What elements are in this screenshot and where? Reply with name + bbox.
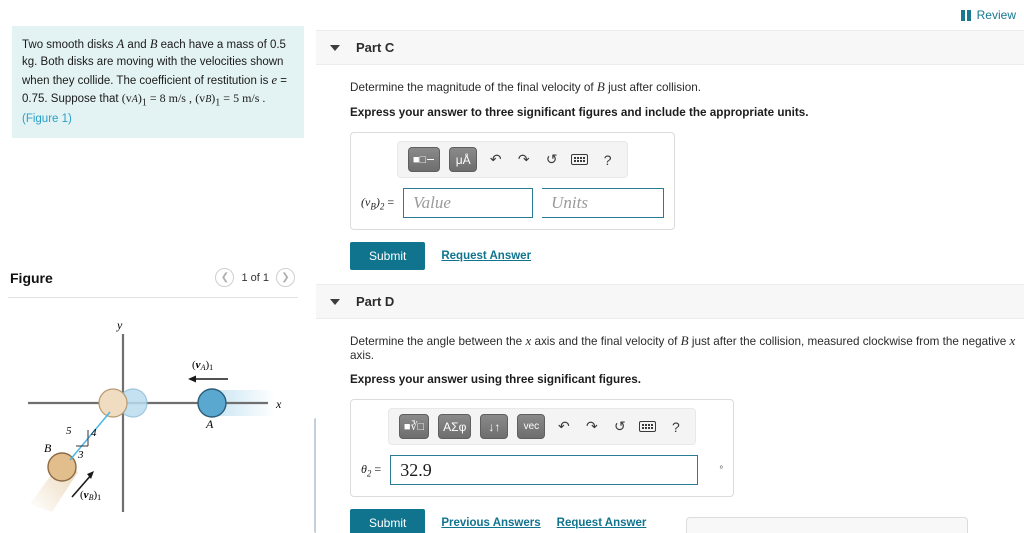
subscript-superscript-button[interactable]: ↓↑ xyxy=(480,414,509,439)
left-panel: Two smooth disks A and B each have a mas… xyxy=(0,0,318,533)
part-d-answer-row: θ2 = 32.9 ° xyxy=(361,455,723,485)
part-d-answer-label: θ2 = xyxy=(361,461,382,479)
keyboard-icon[interactable] xyxy=(638,421,657,432)
part-c-request-answer-link[interactable]: Request Answer xyxy=(441,250,531,262)
undo-icon[interactable]: ↶ xyxy=(486,151,505,168)
figure-1-link[interactable]: (Figure 1) xyxy=(22,113,72,125)
svg-text:5: 5 xyxy=(66,425,72,437)
figure-divider xyxy=(8,297,298,298)
caret-down-icon[interactable] xyxy=(330,298,340,305)
figure-next-button[interactable]: ❯ xyxy=(276,268,295,287)
figure-title: Figure xyxy=(10,269,53,286)
part-d-value-input[interactable]: 32.9 xyxy=(390,455,699,485)
book-icon xyxy=(961,9,971,21)
figure-header: Figure ❮ 1 of 1 ❯ xyxy=(0,268,305,287)
undo-icon[interactable]: ↶ xyxy=(554,418,573,435)
part-c-header[interactable]: Part C xyxy=(316,30,1024,65)
part-c-actions: Submit Request Answer xyxy=(350,242,1024,270)
part-c-submit-button[interactable]: Submit xyxy=(350,242,426,270)
part-c-prompt: Determine the magnitude of the final vel… xyxy=(350,79,701,94)
vector-button[interactable]: vec xyxy=(517,414,546,439)
degree-unit-label: ° xyxy=(719,464,724,476)
svg-text:B: B xyxy=(44,441,52,455)
greek-symbols-button[interactable]: ΑΣφ xyxy=(438,414,472,439)
next-part-panel xyxy=(686,517,968,533)
part-d-toolbar: ■∛□ ΑΣφ ↓↑ vec ↶ ↷ ↺ ? xyxy=(387,408,697,445)
part-c-units-input[interactable]: Units xyxy=(542,188,665,218)
reset-icon[interactable]: ↺ xyxy=(542,151,561,168)
svg-text:(vB)1: (vB)1 xyxy=(80,489,101,502)
vb-initial-symbol: (vB)1 xyxy=(195,90,221,109)
figure-prev-button[interactable]: ❮ xyxy=(215,268,235,287)
part-d-header[interactable]: Part D xyxy=(316,284,1024,319)
part-d-label: Part D xyxy=(356,294,395,309)
figure-navigation: ❮ 1 of 1 ❯ xyxy=(215,268,295,287)
redo-icon[interactable]: ↷ xyxy=(582,418,601,435)
part-d-request-answer-link[interactable]: Request Answer xyxy=(557,517,647,529)
vb-initial-value: = 5 m/s . xyxy=(220,90,266,105)
top-bar: Review xyxy=(316,0,1024,30)
problem-line-1b: and xyxy=(124,39,150,51)
svg-text:4: 4 xyxy=(91,427,97,439)
problem-statement: Two smooth disks A and B each have a mas… xyxy=(12,26,304,138)
help-icon[interactable]: ? xyxy=(598,152,617,168)
figure-diagram[interactable]: x y A B (vA)1 (vB)1 5 4 3 xyxy=(0,312,305,532)
right-panel: Review Part C Determine the magnitude of… xyxy=(316,0,1024,533)
problem-line-3a: they collide. The coefficient of restitu… xyxy=(52,74,272,87)
svg-text:(vA)1: (vA)1 xyxy=(192,359,213,372)
review-button[interactable]: Review xyxy=(961,8,1016,22)
svg-text:x: x xyxy=(275,397,282,411)
template-radical-button[interactable]: ■∛□ xyxy=(398,414,430,439)
part-c-prompt-var: B xyxy=(596,79,605,94)
problem-line-4a: Suppose that xyxy=(50,92,122,105)
review-label: Review xyxy=(976,8,1016,22)
keyboard-icon[interactable] xyxy=(570,154,589,165)
part-c-label: Part C xyxy=(356,40,395,55)
units-button[interactable]: μÅ xyxy=(449,147,478,172)
part-c-answer-panel: ■□ μÅ ↶ ↷ ↺ ? (vB)2 = Value Units xyxy=(350,132,676,230)
part-d-prompt: Determine the angle between the x axis a… xyxy=(350,333,1016,362)
caret-down-icon[interactable] xyxy=(330,44,340,51)
reset-icon[interactable]: ↺ xyxy=(610,418,629,435)
svg-text:A: A xyxy=(205,417,214,431)
part-d-instruction: Express your answer using three signific… xyxy=(350,373,641,386)
part-d-body: Determine the angle between the x axis a… xyxy=(316,319,1024,533)
template-button[interactable]: ■□ xyxy=(407,147,441,172)
svg-text:y: y xyxy=(116,318,123,332)
help-icon[interactable]: ? xyxy=(666,419,685,435)
part-c-value-input[interactable]: Value xyxy=(403,188,534,218)
part-d-answer-panel: ■∛□ ΑΣφ ↓↑ vec ↶ ↷ ↺ ? θ2 = 32.9 ° xyxy=(350,399,735,497)
va-initial-symbol: (vA)1 xyxy=(121,90,147,109)
part-c-instruction: Express your answer to three significant… xyxy=(350,106,809,119)
part-c-answer-row: (vB)2 = Value Units xyxy=(361,188,665,218)
problem-page: Two smooth disks A and B each have a mas… xyxy=(0,0,1024,533)
part-d-submit-button[interactable]: Submit xyxy=(350,509,426,533)
part-c-body: Determine the magnitude of the final vel… xyxy=(316,65,1024,270)
figure-counter: 1 of 1 xyxy=(241,271,269,284)
redo-icon[interactable]: ↷ xyxy=(514,151,533,168)
part-c-toolbar: ■□ μÅ ↶ ↷ ↺ ? xyxy=(396,141,629,178)
problem-line-1a: Two smooth disks xyxy=(22,39,117,51)
part-d-previous-answers-link[interactable]: Previous Answers xyxy=(441,517,540,529)
va-initial-value: = 8 m/s , xyxy=(146,90,192,105)
svg-text:3: 3 xyxy=(77,449,84,461)
part-c-answer-label: (vB)2 = xyxy=(361,194,395,212)
